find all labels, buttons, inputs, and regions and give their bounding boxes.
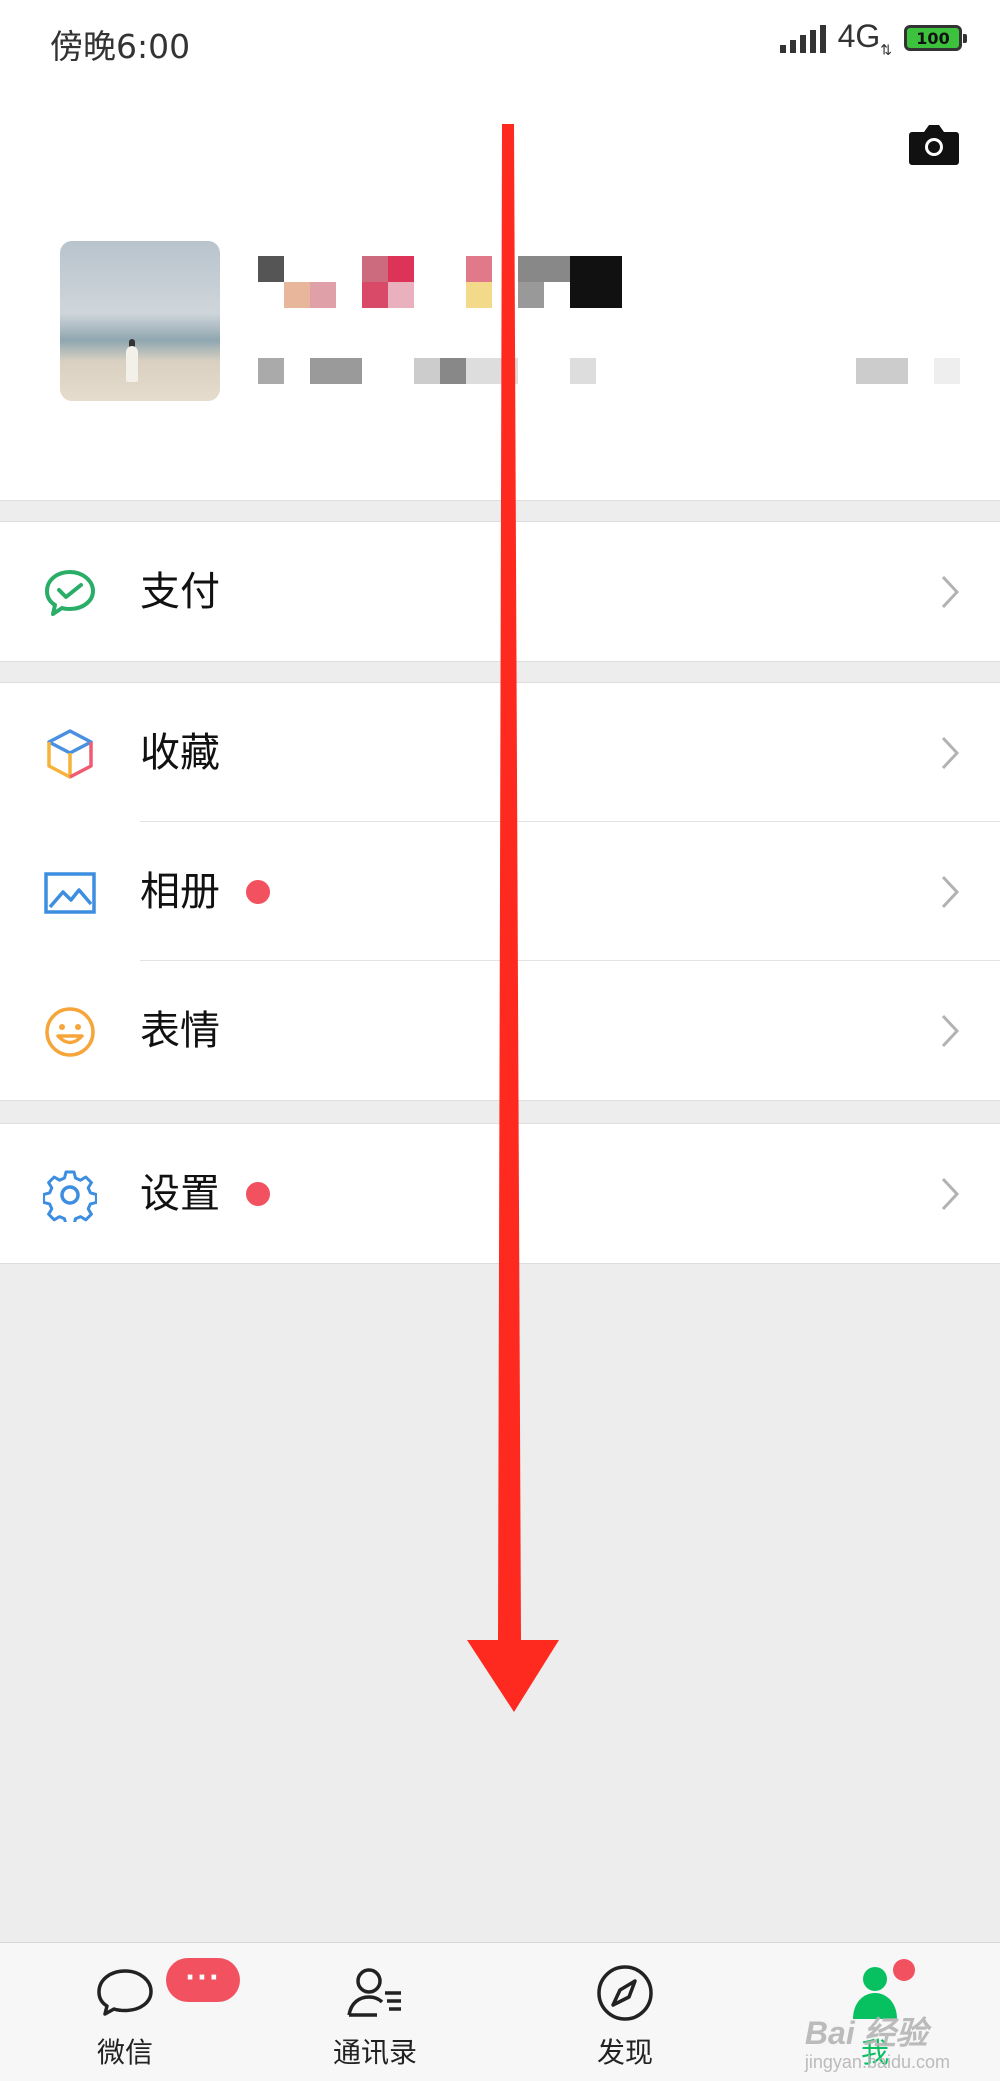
baidu-watermark: Bai 经验 jingyan.baidu.com — [804, 2015, 950, 2072]
menu-label-pay: 支付 — [140, 569, 220, 615]
notification-dot — [893, 1959, 915, 1981]
menu-label-stickers: 表情 — [140, 1008, 220, 1054]
wechat-pay-icon — [45, 570, 95, 616]
nickname-blurred — [258, 256, 628, 308]
chevron-right-icon — [941, 736, 960, 770]
menu-label-settings: 设置 — [140, 1171, 220, 1217]
avatar[interactable] — [60, 241, 220, 401]
signal-icon — [779, 23, 826, 54]
unread-badge: ··· — [166, 1958, 240, 2002]
contacts-icon — [347, 1968, 401, 2017]
menu-item-pay[interactable]: 支付 — [0, 522, 1000, 661]
menu-item-album[interactable]: 相册 — [0, 822, 1000, 961]
notification-dot — [246, 880, 270, 904]
notification-dot — [246, 1182, 270, 1206]
cube-icon — [47, 729, 93, 779]
tab-label: 通讯录 — [332, 2036, 417, 2069]
chevron-right-icon — [941, 1177, 960, 1211]
wechat-id-blurred — [258, 358, 963, 384]
chat-bubble-icon — [97, 1969, 153, 2016]
profile-header[interactable] — [0, 86, 1000, 501]
menu-label-favorites: 收藏 — [140, 730, 220, 776]
bottom-tab-bar: ··· 微信 通讯录 发现 我 Bai 经验 jingyan.baidu.com — [0, 1942, 1000, 2081]
chevron-right-icon — [941, 575, 960, 609]
menu-item-stickers[interactable]: 表情 — [0, 961, 1000, 1100]
menu-label-album: 相册 — [140, 869, 220, 915]
tab-chats[interactable]: ··· 微信 — [25, 1943, 240, 2081]
status-time: 傍晚6:00 — [50, 27, 191, 66]
tab-discover[interactable]: 发现 — [525, 1943, 725, 2081]
tab-label: 微信 — [96, 2036, 153, 2069]
menu-item-settings[interactable]: 设置 — [0, 1124, 1000, 1263]
compass-icon — [597, 1965, 653, 2021]
menu-group-settings: 设置 — [0, 1123, 1000, 1264]
status-bar: 傍晚6:00 4G⇅ 100 — [0, 0, 1000, 86]
tab-contacts[interactable]: 通讯录 — [275, 1943, 475, 2081]
chevron-right-icon — [941, 875, 960, 909]
smiley-icon — [45, 1007, 95, 1057]
menu-group-main: 收藏 相册 表情 — [0, 682, 1000, 1101]
battery-icon: 100 — [904, 25, 967, 52]
picture-icon — [44, 872, 96, 914]
camera-icon[interactable] — [908, 122, 960, 166]
gear-icon — [43, 1170, 97, 1222]
menu-item-favorites[interactable]: 收藏 — [0, 683, 1000, 822]
tab-label: 发现 — [596, 2036, 653, 2069]
chevron-right-icon — [941, 1014, 960, 1048]
menu-group-pay: 支付 — [0, 521, 1000, 662]
network-type: 4G⇅ — [837, 18, 892, 58]
status-indicators: 4G⇅ 100 — [779, 18, 967, 58]
